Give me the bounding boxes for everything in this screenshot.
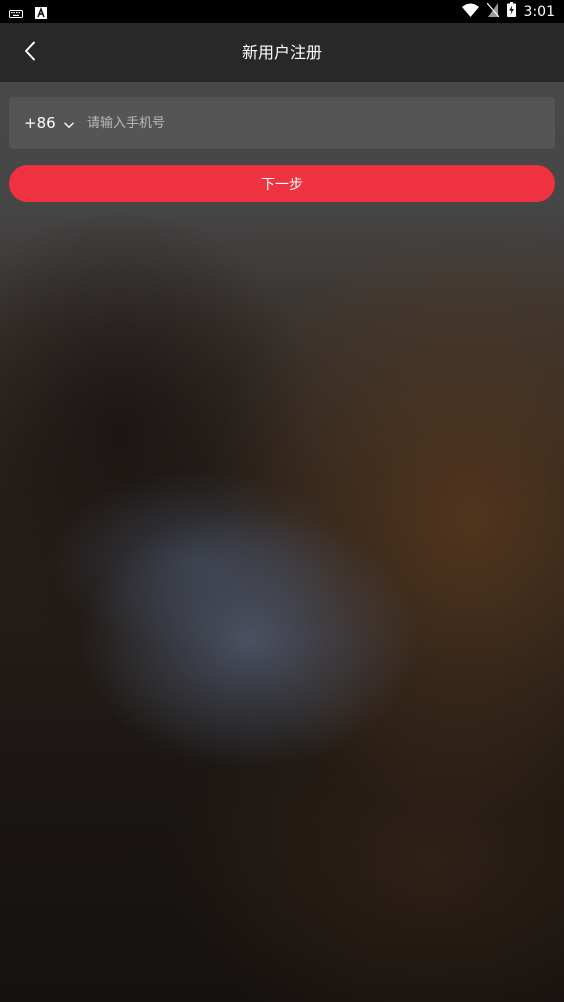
blurred-background: [0, 0, 564, 1002]
battery-charging-icon: [506, 2, 516, 21]
page-title: 新用户注册: [241, 43, 322, 62]
keyboard-icon: [9, 4, 23, 23]
app-bar: 新用户注册: [0, 23, 564, 82]
next-step-button[interactable]: 下一步: [9, 165, 555, 202]
status-time: 3:01: [523, 3, 555, 20]
no-sim-icon: [486, 2, 500, 21]
phone-input-card: +86: [9, 97, 555, 149]
country-code-label: +86: [24, 114, 56, 132]
a-badge-icon: [35, 4, 47, 23]
country-code-selector[interactable]: +86: [24, 97, 74, 149]
wifi-icon: [461, 2, 479, 21]
chevron-down-icon: [63, 114, 74, 133]
phone-number-input[interactable]: [87, 103, 537, 143]
status-bar: 3:01: [0, 0, 564, 23]
